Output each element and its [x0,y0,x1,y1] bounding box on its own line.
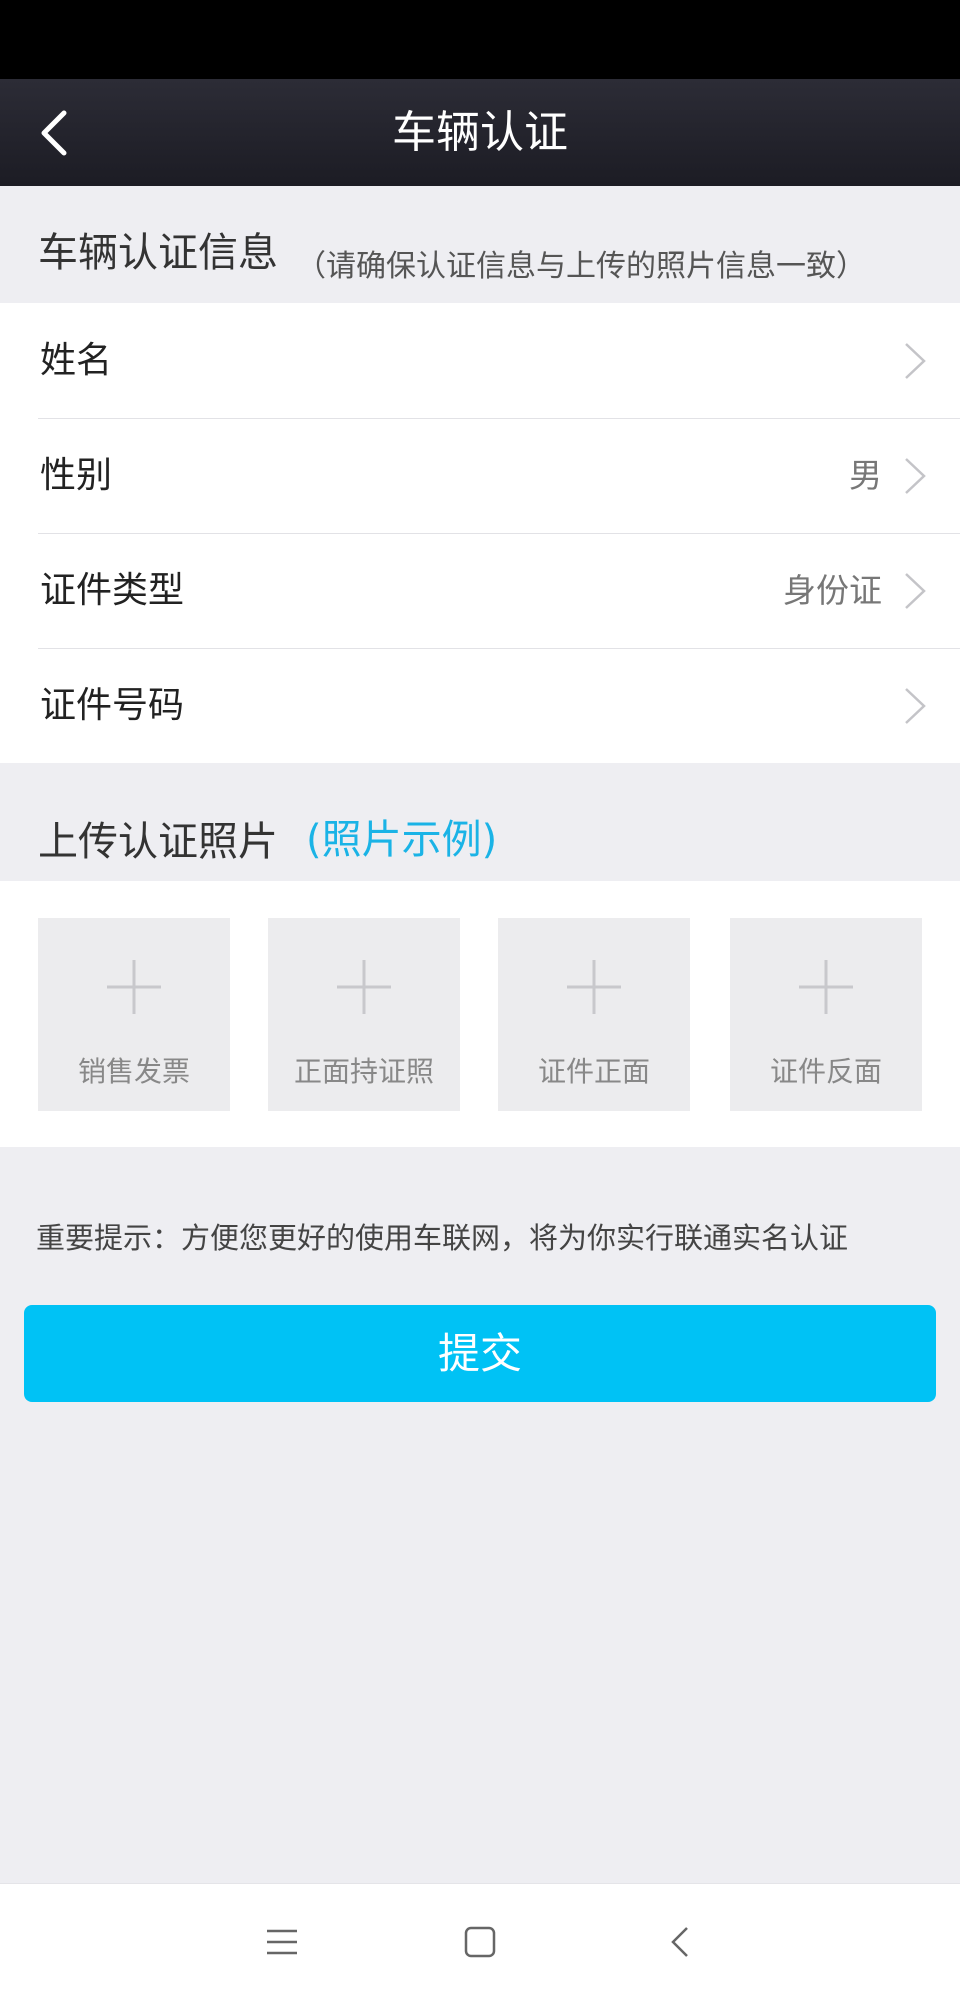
form-list: 姓名 性别 男 证件类型 身份证 证件号码 [0,303,960,763]
chevron-right-icon [900,685,930,727]
gender-row[interactable]: 性别 男 [0,418,960,533]
section-note: （请确保认证信息与上传的照片信息一致） [296,249,866,284]
back-icon[interactable] [657,1917,707,1967]
header-bar: 车辆认证 [0,79,960,186]
upload-tile-id-back[interactable]: 证件反面 [730,918,922,1111]
plus-icon [105,958,163,1016]
important-tip: 重要提示：方便您更好的使用车联网，将为你实行联通实名认证 [36,1221,849,1255]
upload-tile-holding-id[interactable]: 正面持证照 [268,918,460,1111]
row-label: 证件类型 [40,570,185,611]
tile-label: 证件正面 [537,1055,650,1088]
row-value: 身份证 [783,571,882,610]
vehicle-info-section-header: 车辆认证信息 （请确保认证信息与上传的照片信息一致） [0,186,960,303]
status-bar [0,0,960,79]
chevron-right-icon [900,570,930,612]
plus-icon [335,958,393,1016]
upload-tile-invoice[interactable]: 销售发票 [38,918,230,1111]
row-label: 性别 [40,455,113,496]
row-label: 证件号码 [40,685,185,726]
photo-example-link[interactable]: (照片示例) [306,807,497,865]
section-title: 车辆认证信息 [38,230,278,276]
name-row[interactable]: 姓名 [0,303,960,418]
system-nav-bar [0,1883,960,1998]
upload-panel: 销售发票 正面持证照 证件正面 证件反面 [0,881,960,1147]
menu-icon[interactable] [257,1917,307,1967]
home-icon[interactable] [455,1917,505,1967]
section-title: 上传认证照片 [38,819,278,865]
plus-icon [565,958,623,1016]
id-type-row[interactable]: 证件类型 身份证 [0,533,960,648]
id-number-row[interactable]: 证件号码 [0,648,960,763]
chevron-right-icon [900,455,930,497]
upload-tile-id-front[interactable]: 证件正面 [498,918,690,1111]
page-title: 车辆认证 [392,107,568,158]
tile-label: 证件反面 [769,1055,882,1088]
plus-icon [797,958,855,1016]
tile-label: 正面持证照 [293,1055,434,1088]
submit-button[interactable]: 提交 [24,1305,936,1402]
row-label: 姓名 [40,340,113,381]
upload-section-header: 上传认证照片 (照片示例) [0,763,960,881]
chevron-right-icon [900,340,930,382]
tile-label: 销售发票 [77,1055,190,1088]
row-value: 男 [849,456,882,495]
